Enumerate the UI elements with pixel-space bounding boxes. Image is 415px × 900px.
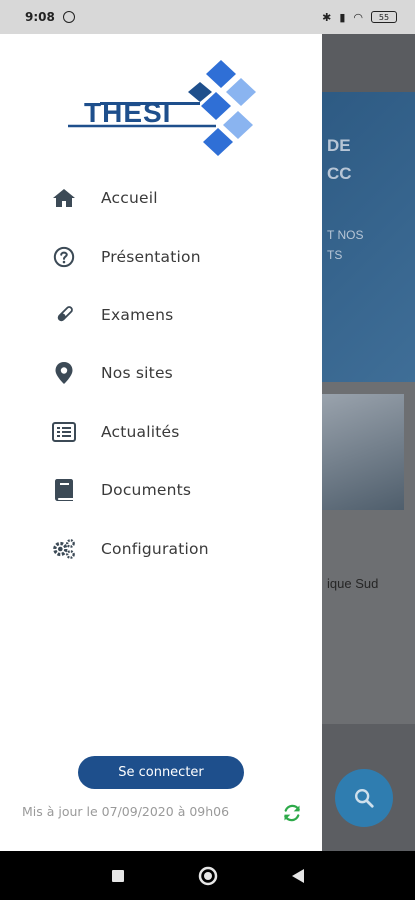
thesi-logo: THESI xyxy=(68,60,256,156)
question-circle-icon xyxy=(52,245,76,269)
home-button[interactable] xyxy=(197,865,219,887)
home-icon xyxy=(52,186,76,210)
connect-button[interactable]: Se connecter xyxy=(78,756,244,789)
refresh-icon[interactable] xyxy=(282,803,302,823)
menu-label-configuration: Configuration xyxy=(101,539,209,558)
back-triangle-icon xyxy=(291,868,304,883)
menu-label-actualites: Actualités xyxy=(101,422,180,441)
menu-item-presentation[interactable]: Présentation xyxy=(0,227,322,285)
gears-icon xyxy=(52,537,76,561)
circle-icon xyxy=(198,866,217,885)
menu-label-nos-sites: Nos sites xyxy=(101,364,173,383)
map-pin-icon xyxy=(52,361,76,385)
background-photo xyxy=(322,394,404,510)
menu-item-accueil[interactable]: Accueil xyxy=(0,169,322,227)
search-icon xyxy=(355,789,374,808)
battery-icon: 55 xyxy=(371,11,397,23)
menu-item-nos-sites[interactable]: Nos sites xyxy=(0,344,322,402)
menu-item-documents[interactable]: Documents xyxy=(0,461,322,519)
bluetooth-icon: ✱ xyxy=(322,10,332,24)
menu-label-examens: Examens xyxy=(101,305,174,324)
battery-level: 55 xyxy=(378,12,390,22)
system-nav-bar xyxy=(0,851,415,900)
logo-text: THESI xyxy=(84,97,171,128)
background-site-text: ique Sud xyxy=(327,576,379,591)
square-icon xyxy=(111,869,124,882)
book-icon xyxy=(52,478,76,502)
drawer-menu: Accueil Présentation Examens Nos sites A… xyxy=(0,169,322,578)
menu-item-examens[interactable]: Examens xyxy=(0,286,322,344)
search-fab[interactable] xyxy=(335,769,393,827)
menu-label-accueil: Accueil xyxy=(101,189,158,208)
navigation-drawer: THESI Accueil Présentation Examens Nos s… xyxy=(0,34,322,851)
test-tube-icon xyxy=(52,303,76,327)
newspaper-icon xyxy=(52,420,76,444)
menu-label-presentation: Présentation xyxy=(101,247,201,266)
signal-icon: ▮ xyxy=(339,10,346,24)
status-bar: 9:08 ✱ ▮ ◠ 55 xyxy=(0,0,415,34)
alarm-icon xyxy=(62,11,75,23)
wifi-icon: ◠ xyxy=(353,10,363,24)
hero-text-line3: T NOS xyxy=(327,228,364,242)
menu-item-actualites[interactable]: Actualités xyxy=(0,403,322,461)
status-time: 9:08 xyxy=(25,10,55,24)
last-updated-text: Mis à jour le 07/09/2020 à 09h06 xyxy=(22,804,230,819)
menu-label-documents: Documents xyxy=(101,481,192,500)
hero-text-line2: CC xyxy=(327,164,352,183)
back-button[interactable] xyxy=(287,865,309,887)
menu-item-configuration[interactable]: Configuration xyxy=(0,519,322,577)
hero-text-line1: DE xyxy=(327,136,351,155)
hero-text-line4: TS xyxy=(327,248,343,262)
recents-button[interactable] xyxy=(107,865,129,887)
